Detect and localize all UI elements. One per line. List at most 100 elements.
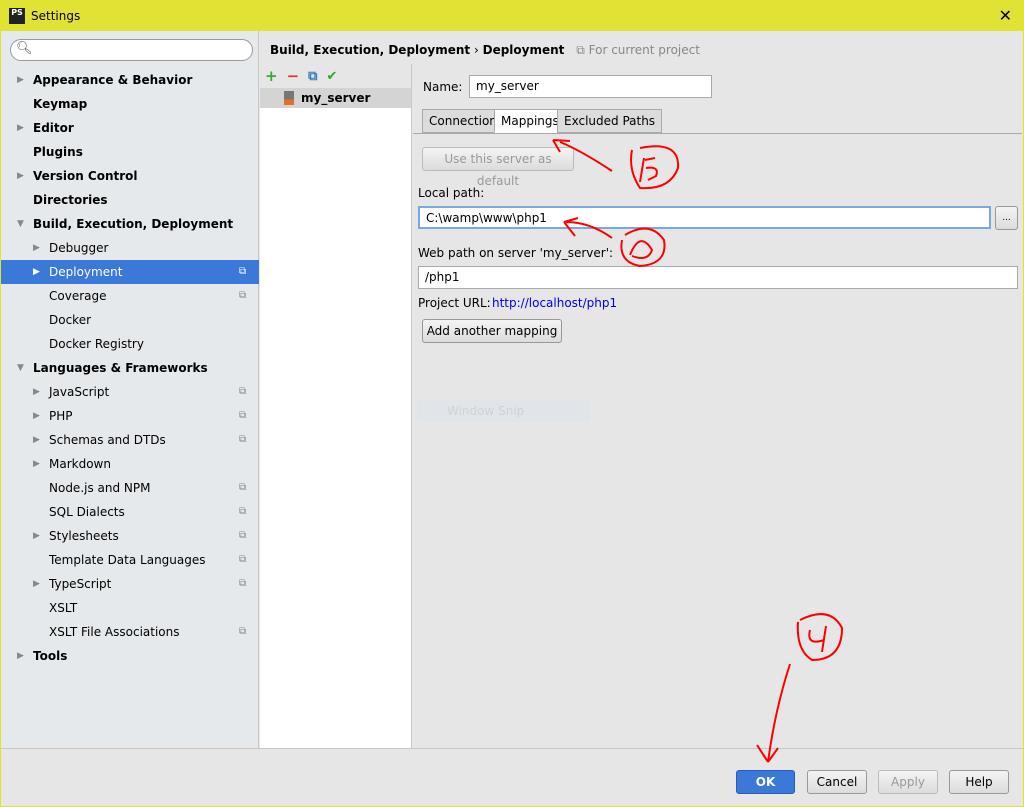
collapsed-arrow-icon[interactable]: ▶: [33, 452, 40, 476]
project-scope-icon: ⧉: [239, 554, 247, 565]
sidebar-item-label: SQL Dialects: [49, 505, 125, 519]
dialog-footer: OK Cancel Apply Help: [1, 748, 1023, 806]
sidebar-item[interactable]: ▶ Schemas and DTDs ⧉: [1, 428, 259, 452]
breadcrumb-current: Deployment: [482, 43, 565, 57]
sidebar-item-label: Version Control: [33, 169, 138, 183]
sidebar-item[interactable]: ▶ Appearance & Behavior: [1, 68, 259, 92]
name-label: Name:: [423, 80, 463, 94]
sidebar-item-label: Deployment: [49, 265, 123, 279]
collapsed-arrow-icon[interactable]: ▶: [17, 68, 24, 92]
sidebar-item[interactable]: Directories: [1, 188, 259, 212]
sidebar-item-label: Stylesheets: [49, 529, 119, 543]
web-path-input[interactable]: /php1: [418, 266, 1018, 289]
sidebar-item-label: Languages & Frameworks: [33, 361, 208, 375]
tab-excluded-paths[interactable]: Excluded Paths: [557, 109, 663, 133]
collapsed-arrow-icon[interactable]: ▶: [17, 116, 24, 140]
breadcrumb-parent: Build, Execution, Deployment: [270, 43, 471, 57]
sidebar-item-label: Node.js and NPM: [49, 481, 151, 495]
web-path-label: Web path on server 'my_server':: [418, 246, 614, 260]
expanded-arrow-icon[interactable]: ▼: [17, 356, 24, 380]
add-mapping-button[interactable]: Add another mapping: [422, 319, 562, 343]
sidebar-item[interactable]: ▼ Build, Execution, Deployment: [1, 212, 259, 236]
sidebar-item[interactable]: ▶ Debugger: [1, 236, 259, 260]
sidebar-item-label: Debugger: [49, 241, 109, 255]
remove-icon[interactable]: −: [287, 67, 300, 85]
sidebar-item[interactable]: ▶ Tools: [1, 644, 259, 668]
sidebar-item[interactable]: Node.js and NPM ⧉: [1, 476, 259, 500]
sidebar-item[interactable]: ▶ Deployment ⧉: [1, 260, 259, 284]
server-list-panel: + − ⧉ ✔ my_server: [260, 64, 412, 748]
close-icon[interactable]: ✕: [999, 6, 1012, 25]
server-item[interactable]: my_server: [260, 88, 411, 108]
phpstorm-logo: PS: [9, 7, 25, 24]
sidebar-item[interactable]: ▶ Version Control: [1, 164, 259, 188]
local-path-input[interactable]: C:\wamp\www\php1: [418, 206, 991, 229]
project-scope-icon: ⧉: [239, 386, 247, 397]
sidebar-item[interactable]: Coverage ⧉: [1, 284, 259, 308]
sidebar-item-label: XSLT File Associations: [49, 625, 180, 639]
tab-mappings[interactable]: Mappings: [494, 109, 566, 133]
collapsed-arrow-icon[interactable]: ▶: [33, 428, 40, 452]
sidebar-item[interactable]: XSLT: [1, 596, 259, 620]
sidebar-item[interactable]: Docker Registry: [1, 332, 259, 356]
sidebar-item-label: Coverage: [49, 289, 107, 303]
collapsed-arrow-icon[interactable]: ▶: [33, 260, 40, 284]
server-settings: Name: my_server Connection Mappings Excl…: [413, 64, 1022, 748]
apply-button[interactable]: Apply: [878, 770, 938, 794]
project-scope-icon: ⧉: [239, 626, 247, 637]
collapsed-arrow-icon[interactable]: ▶: [33, 572, 40, 596]
project-scope-icon: ⧉: [239, 434, 247, 445]
sidebar-item-label: PHP: [49, 409, 73, 423]
sidebar-item-label: Keymap: [33, 97, 88, 111]
browse-button[interactable]: ...: [995, 206, 1018, 230]
sidebar-item-label: Tools: [33, 649, 68, 663]
sidebar-item[interactable]: XSLT File Associations ⧉: [1, 620, 259, 644]
collapsed-arrow-icon[interactable]: ▶: [33, 524, 40, 548]
expanded-arrow-icon[interactable]: ▼: [17, 212, 24, 236]
sidebar-item-label: JavaScript: [49, 385, 110, 399]
collapsed-arrow-icon[interactable]: ▶: [17, 164, 24, 188]
name-input[interactable]: my_server: [469, 75, 712, 98]
tab-connection[interactable]: Connection: [422, 109, 504, 133]
sidebar-item[interactable]: ▶ PHP ⧉: [1, 404, 259, 428]
sidebar-item[interactable]: ▶ Markdown: [1, 452, 259, 476]
add-icon[interactable]: +: [265, 67, 278, 85]
sidebar-item-label: Directories: [33, 193, 108, 207]
ok-button[interactable]: OK: [736, 770, 795, 794]
sidebar-item-label: Appearance & Behavior: [33, 73, 193, 87]
sidebar-item-label: Schemas and DTDs: [49, 433, 166, 447]
breadcrumb-sep: ›: [473, 43, 479, 57]
collapsed-arrow-icon[interactable]: ▶: [33, 236, 40, 260]
project-scope-icon: ⧉: [239, 482, 247, 493]
settings-sidebar: 🔍︎ ▶ Appearance & Behavior Keymap ▶ Editor Pl…: [1, 31, 259, 748]
sidebar-item[interactable]: Keymap: [1, 92, 259, 116]
breadcrumb: Build, Execution, Deployment › Deploymen…: [270, 43, 700, 58]
sidebar-item[interactable]: ▶ Editor: [1, 116, 259, 140]
copy-icon[interactable]: ⧉: [308, 69, 317, 84]
sidebar-item[interactable]: ▶ TypeScript ⧉: [1, 572, 259, 596]
sidebar-item[interactable]: ▶ JavaScript ⧉: [1, 380, 259, 404]
sidebar-item[interactable]: ▼ Languages & Frameworks: [1, 356, 259, 380]
collapsed-arrow-icon[interactable]: ▶: [33, 380, 40, 404]
sidebar-item-label: Docker: [49, 313, 92, 327]
use-as-default-icon[interactable]: ✔: [326, 69, 337, 84]
project-url-link[interactable]: http://localhost/php1: [492, 296, 617, 310]
search-icon: 🔍︎: [16, 41, 33, 56]
window-title: Settings: [31, 8, 81, 23]
sidebar-item[interactable]: Docker: [1, 308, 259, 332]
project-url-label: Project URL:: [418, 296, 491, 310]
search-input[interactable]: 🔍︎: [10, 39, 253, 61]
sidebar-item-label: Markdown: [49, 457, 111, 471]
collapsed-arrow-icon[interactable]: ▶: [17, 644, 24, 668]
sidebar-item[interactable]: SQL Dialects ⧉: [1, 500, 259, 524]
sidebar-item-label: Docker Registry: [49, 337, 144, 351]
sidebar-item[interactable]: Plugins: [1, 140, 259, 164]
sidebar-item[interactable]: Template Data Languages ⧉: [1, 548, 259, 572]
sidebar-item[interactable]: ▶ Stylesheets ⧉: [1, 524, 259, 548]
cancel-button[interactable]: Cancel: [807, 770, 867, 794]
sidebar-item-label: TypeScript: [49, 577, 112, 591]
help-button[interactable]: Help: [949, 770, 1009, 794]
project-scope-icon: ⧉: [239, 266, 247, 277]
collapsed-arrow-icon[interactable]: ▶: [33, 404, 40, 428]
use-as-default-button[interactable]: Use this server as default: [422, 147, 574, 188]
